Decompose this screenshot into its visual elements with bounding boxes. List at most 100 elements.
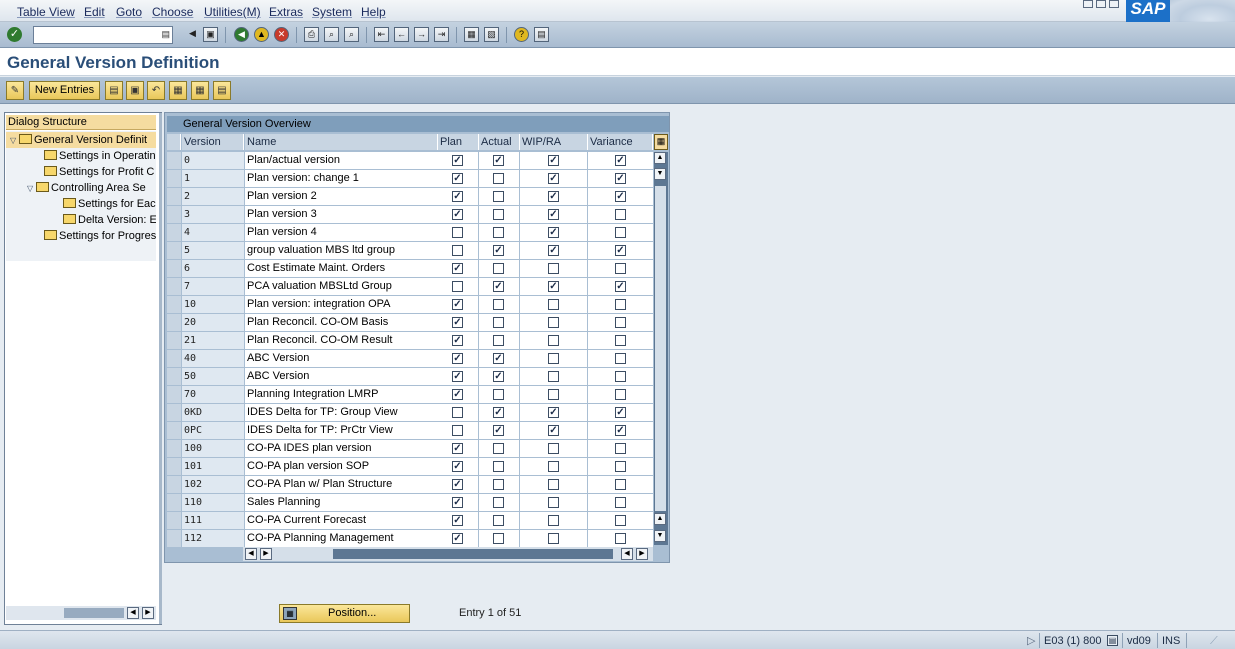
row-selector[interactable] [167,476,181,493]
plan-checkbox[interactable]: ✓ [452,335,463,346]
variance-checkbox[interactable]: ✓ [615,425,626,436]
version-cell[interactable]: 100 [182,440,244,457]
plan-checkbox[interactable]: ✓ [452,515,463,526]
actual-checkbox[interactable] [493,515,504,526]
variance-checkbox[interactable]: ✓ [615,155,626,166]
variance-checkbox[interactable] [615,443,626,454]
name-cell[interactable]: IDES Delta for TP: PrCtr View [245,422,438,439]
page-down-icon[interactable]: ▲ [654,513,666,525]
variance-checkbox[interactable] [615,299,626,310]
table-vertical-scrollbar[interactable]: ▲ ▼ ▲ ▼ [654,152,668,545]
table-row[interactable]: 20 Plan Reconcil. CO-OM Basis ✓ [167,314,653,332]
plan-checkbox[interactable]: ✓ [452,461,463,472]
variance-checkbox[interactable]: ✓ [615,191,626,202]
column-header-actual[interactable]: Actual [479,134,520,150]
name-cell[interactable]: Plan version 3 [245,206,438,223]
version-cell[interactable]: 111 [182,512,244,529]
variance-checkbox[interactable] [615,227,626,238]
wip-ra-checkbox[interactable] [548,443,559,454]
plan-checkbox[interactable] [452,407,463,418]
print-icon[interactable]: ⎙ [304,27,319,42]
help-icon[interactable]: ? [514,27,529,42]
table-row[interactable]: 50 ABC Version ✓ ✓ [167,368,653,386]
menu-table-view[interactable]: Table View [17,5,75,19]
wip-ra-checkbox[interactable] [548,497,559,508]
version-cell[interactable]: 7 [182,278,244,295]
row-selector[interactable] [167,296,181,313]
variance-checkbox[interactable] [615,461,626,472]
tree-node-controlling-area[interactable]: ▽ Controlling Area Se [27,180,156,196]
wip-ra-checkbox[interactable]: ✓ [548,209,559,220]
row-selector[interactable] [167,224,181,241]
maximize-icon[interactable] [1096,0,1106,8]
tree-node-operating-concern[interactable]: Settings in Operatin [44,148,156,164]
name-cell[interactable]: Cost Estimate Maint. Orders [245,260,438,277]
row-selector[interactable] [167,404,181,421]
wip-ra-checkbox[interactable] [548,533,559,544]
plan-checkbox[interactable]: ✓ [452,443,463,454]
actual-checkbox[interactable]: ✓ [493,407,504,418]
last-page-icon[interactable]: ⇥ [434,27,449,42]
select-all-icon[interactable]: ▦ [169,81,187,100]
column-header-version[interactable]: Version [182,134,244,150]
row-selector[interactable] [167,494,181,511]
tree-node-delta-version[interactable]: Delta Version: E [63,212,156,228]
version-cell[interactable]: 4 [182,224,244,241]
name-cell[interactable]: Plan version: change 1 [245,170,438,187]
menu-choose[interactable]: Choose [152,5,193,19]
table-row[interactable]: 110 Sales Planning ✓ [167,494,653,512]
back-icon[interactable]: ◀ [234,27,249,42]
wip-ra-checkbox[interactable] [548,353,559,364]
row-selector[interactable] [167,350,181,367]
name-cell[interactable]: CO-PA plan version SOP [245,458,438,475]
column-header-variance[interactable]: Variance [588,134,653,150]
wip-ra-checkbox[interactable]: ✓ [548,155,559,166]
table-row[interactable]: 4 Plan version 4 ✓ [167,224,653,242]
table-row[interactable]: 21 Plan Reconcil. CO-OM Result ✓ [167,332,653,350]
name-cell[interactable]: Plan Reconcil. CO-OM Result [245,332,438,349]
row-selector[interactable] [167,386,181,403]
display-change-icon[interactable]: ✎ [6,81,24,100]
variance-checkbox[interactable] [615,317,626,328]
name-cell[interactable]: group valuation MBS ltd group [245,242,438,259]
variance-checkbox[interactable]: ✓ [615,281,626,292]
layout-menu-icon[interactable]: ▤ [534,27,549,42]
scroll-up-icon[interactable]: ▲ [654,152,666,164]
row-selector[interactable] [167,260,181,277]
row-selector[interactable] [167,188,181,205]
back-arrow-icon[interactable]: ◀ [185,27,200,42]
table-row[interactable]: 0KD IDES Delta for TP: Group View ✓ ✓ ✓ [167,404,653,422]
enter-check-icon[interactable]: ✓ [7,27,22,42]
menu-utilities[interactable]: Utilities(M) [204,5,261,19]
minimize-icon[interactable] [1083,0,1093,8]
actual-checkbox[interactable]: ✓ [493,281,504,292]
plan-checkbox[interactable]: ✓ [452,389,463,400]
plan-checkbox[interactable]: ✓ [452,191,463,202]
version-cell[interactable]: 50 [182,368,244,385]
plan-checkbox[interactable] [452,245,463,256]
wip-ra-checkbox[interactable] [548,371,559,382]
name-cell[interactable]: Plan version 4 [245,224,438,241]
version-cell[interactable]: 0 [182,152,244,169]
cancel-icon[interactable]: ✕ [274,27,289,42]
plan-checkbox[interactable]: ✓ [452,533,463,544]
tree-splitter[interactable] [159,113,162,624]
plan-checkbox[interactable]: ✓ [452,479,463,490]
wip-ra-checkbox[interactable] [548,515,559,526]
tree-horizontal-scrollbar[interactable]: ◀ ▶ [6,606,156,620]
select-block-icon[interactable]: ▦ [191,81,209,100]
actual-checkbox[interactable] [493,461,504,472]
variance-checkbox[interactable]: ✓ [615,407,626,418]
variance-checkbox[interactable] [615,263,626,274]
plan-checkbox[interactable]: ✓ [452,263,463,274]
name-cell[interactable]: CO-PA Plan w/ Plan Structure [245,476,438,493]
exit-icon[interactable]: ▲ [254,27,269,42]
plan-checkbox[interactable] [452,425,463,436]
undo-change-icon[interactable]: ↶ [147,81,165,100]
table-row[interactable]: 101 CO-PA plan version SOP ✓ [167,458,653,476]
row-selector[interactable] [167,440,181,457]
plan-checkbox[interactable]: ✓ [452,173,463,184]
page-up-icon[interactable]: ▼ [654,168,666,180]
command-dropdown-icon[interactable]: ▤ [161,29,170,40]
table-row[interactable]: 5 group valuation MBS ltd group ✓ ✓ ✓ [167,242,653,260]
